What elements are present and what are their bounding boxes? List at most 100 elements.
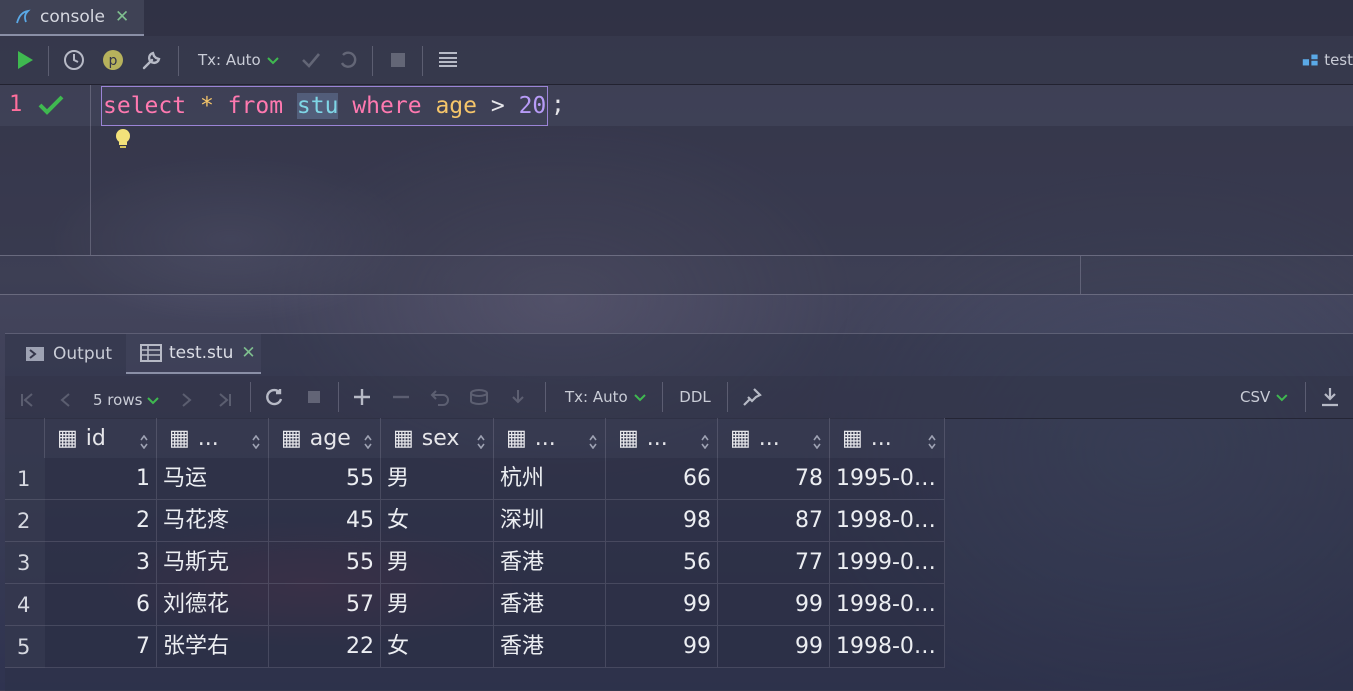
row-count-dropdown[interactable]: 5 rows	[93, 388, 165, 412]
table-cell[interactable]: 1	[45, 458, 157, 500]
minus-icon	[393, 395, 409, 399]
row-number[interactable]: 4	[5, 584, 45, 626]
sort-icon[interactable]	[813, 430, 821, 455]
row-number[interactable]: 5	[5, 626, 45, 668]
sort-icon[interactable]	[589, 430, 597, 455]
table-cell[interactable]: 87	[718, 500, 830, 542]
cancel-query-button[interactable]	[303, 385, 325, 409]
table-cell[interactable]: 77	[718, 542, 830, 584]
table-cell[interactable]: 1998-0…	[830, 626, 945, 668]
filter-button[interactable]	[507, 385, 529, 409]
last-page-button[interactable]	[215, 388, 235, 412]
plus-icon	[354, 389, 370, 405]
run-button[interactable]	[14, 48, 36, 72]
sort-icon[interactable]	[252, 430, 260, 455]
refresh-button[interactable]	[263, 385, 285, 409]
tab-test-stu[interactable]: test.stu ✕	[126, 334, 261, 374]
table-cell[interactable]: 1999-0…	[830, 542, 945, 584]
delete-row-button[interactable]	[390, 385, 412, 409]
table-cell[interactable]: 45	[269, 500, 381, 542]
column-header-score2[interactable]: ▦...	[718, 418, 830, 458]
table-cell[interactable]: 男	[381, 458, 494, 500]
column-icon: ▦	[506, 425, 527, 451]
table-cell[interactable]: 3	[45, 542, 157, 584]
column-header-age[interactable]: ▦ age	[269, 418, 381, 458]
export-button[interactable]	[1319, 385, 1341, 409]
table-cell[interactable]: 57	[269, 584, 381, 626]
sort-icon[interactable]	[701, 430, 709, 455]
tab-output[interactable]: Output	[25, 334, 120, 374]
table-cell[interactable]: 98	[606, 500, 718, 542]
table-cell[interactable]: 男	[381, 584, 494, 626]
row-number[interactable]: 2	[5, 500, 45, 542]
table-cell[interactable]: 22	[269, 626, 381, 668]
close-icon[interactable]: ✕	[241, 343, 255, 363]
table-cell[interactable]: 6	[45, 584, 157, 626]
submit-button[interactable]	[468, 385, 490, 409]
explain-plan-button[interactable]: p	[101, 48, 125, 72]
row-number[interactable]: 3	[5, 542, 45, 584]
first-page-button[interactable]	[17, 388, 37, 412]
table-cell[interactable]: 99	[606, 626, 718, 668]
column-header-id[interactable]: ▦ id	[45, 418, 157, 458]
column-header-score1[interactable]: ▦...	[606, 418, 718, 458]
ddl-button[interactable]: DDL	[677, 385, 713, 409]
rollback-button[interactable]	[337, 48, 359, 72]
table-cell[interactable]: 男	[381, 542, 494, 584]
table-cell[interactable]: 香港	[494, 626, 606, 668]
intention-bulb-icon[interactable]	[113, 128, 133, 150]
table-cell[interactable]: 香港	[494, 584, 606, 626]
result-tx-mode-dropdown[interactable]: Tx: Auto	[565, 385, 651, 409]
table-cell[interactable]: 马花疼	[157, 500, 269, 542]
table-cell[interactable]: 7	[45, 626, 157, 668]
pin-tab-button[interactable]	[740, 385, 764, 409]
previous-page-button[interactable]	[55, 388, 75, 412]
table-cell[interactable]: 99	[606, 584, 718, 626]
table-cell[interactable]: 1998-0…	[830, 500, 945, 542]
column-header-city[interactable]: ▦...	[494, 418, 606, 458]
datasource-selector[interactable]: test	[1302, 48, 1353, 72]
tab-console[interactable]: console ✕	[0, 0, 144, 36]
table-cell[interactable]: 杭州	[494, 458, 606, 500]
table-cell[interactable]: 深圳	[494, 500, 606, 542]
table-cell[interactable]: 女	[381, 500, 494, 542]
table-cell[interactable]: 张学右	[157, 626, 269, 668]
table-cell[interactable]: 56	[606, 542, 718, 584]
transaction-mode-dropdown[interactable]: Tx: Auto	[198, 48, 282, 72]
column-header-sex[interactable]: ▦ sex	[381, 418, 494, 458]
table-cell[interactable]: 2	[45, 500, 157, 542]
close-icon[interactable]: ✕	[115, 7, 129, 27]
next-page-button[interactable]	[177, 388, 197, 412]
table-cell[interactable]: 刘德花	[157, 584, 269, 626]
table-cell[interactable]: 99	[718, 626, 830, 668]
table-cell[interactable]: 55	[269, 458, 381, 500]
add-row-button[interactable]	[351, 385, 373, 409]
table-cell[interactable]: 99	[718, 584, 830, 626]
table-cell[interactable]: 马斯克	[157, 542, 269, 584]
table-cell[interactable]: 女	[381, 626, 494, 668]
table-cell[interactable]: 香港	[494, 542, 606, 584]
sql-statement[interactable]: select * from stu where age > 20	[101, 86, 549, 126]
sort-icon[interactable]	[928, 430, 936, 455]
table-cell[interactable]: 66	[606, 458, 718, 500]
table-cell[interactable]: 55	[269, 542, 381, 584]
commit-button[interactable]	[300, 48, 322, 72]
column-header-date[interactable]: ▦...	[830, 418, 945, 458]
history-button[interactable]	[62, 48, 86, 72]
export-format-dropdown[interactable]: CSV	[1240, 385, 1288, 409]
stop-button[interactable]	[387, 48, 409, 72]
settings-button[interactable]	[140, 48, 164, 72]
sort-icon[interactable]	[477, 430, 485, 455]
table-cell[interactable]: 1995-0…	[830, 458, 945, 500]
result-grid: ▦ id ▦... ▦ age ▦ sex ▦... ▦... ▦... ▦... 1…	[5, 418, 945, 670]
sort-icon[interactable]	[140, 430, 148, 455]
row-number[interactable]: 1	[5, 458, 45, 500]
table-cell[interactable]: 1998-0…	[830, 584, 945, 626]
output-layout-button[interactable]	[436, 48, 460, 72]
table-cell[interactable]: 78	[718, 458, 830, 500]
table-cell[interactable]: 马运	[157, 458, 269, 500]
table-grid-icon	[140, 344, 162, 362]
revert-button[interactable]	[429, 385, 451, 409]
sort-icon[interactable]	[364, 430, 372, 455]
column-header-name[interactable]: ▦...	[157, 418, 269, 458]
